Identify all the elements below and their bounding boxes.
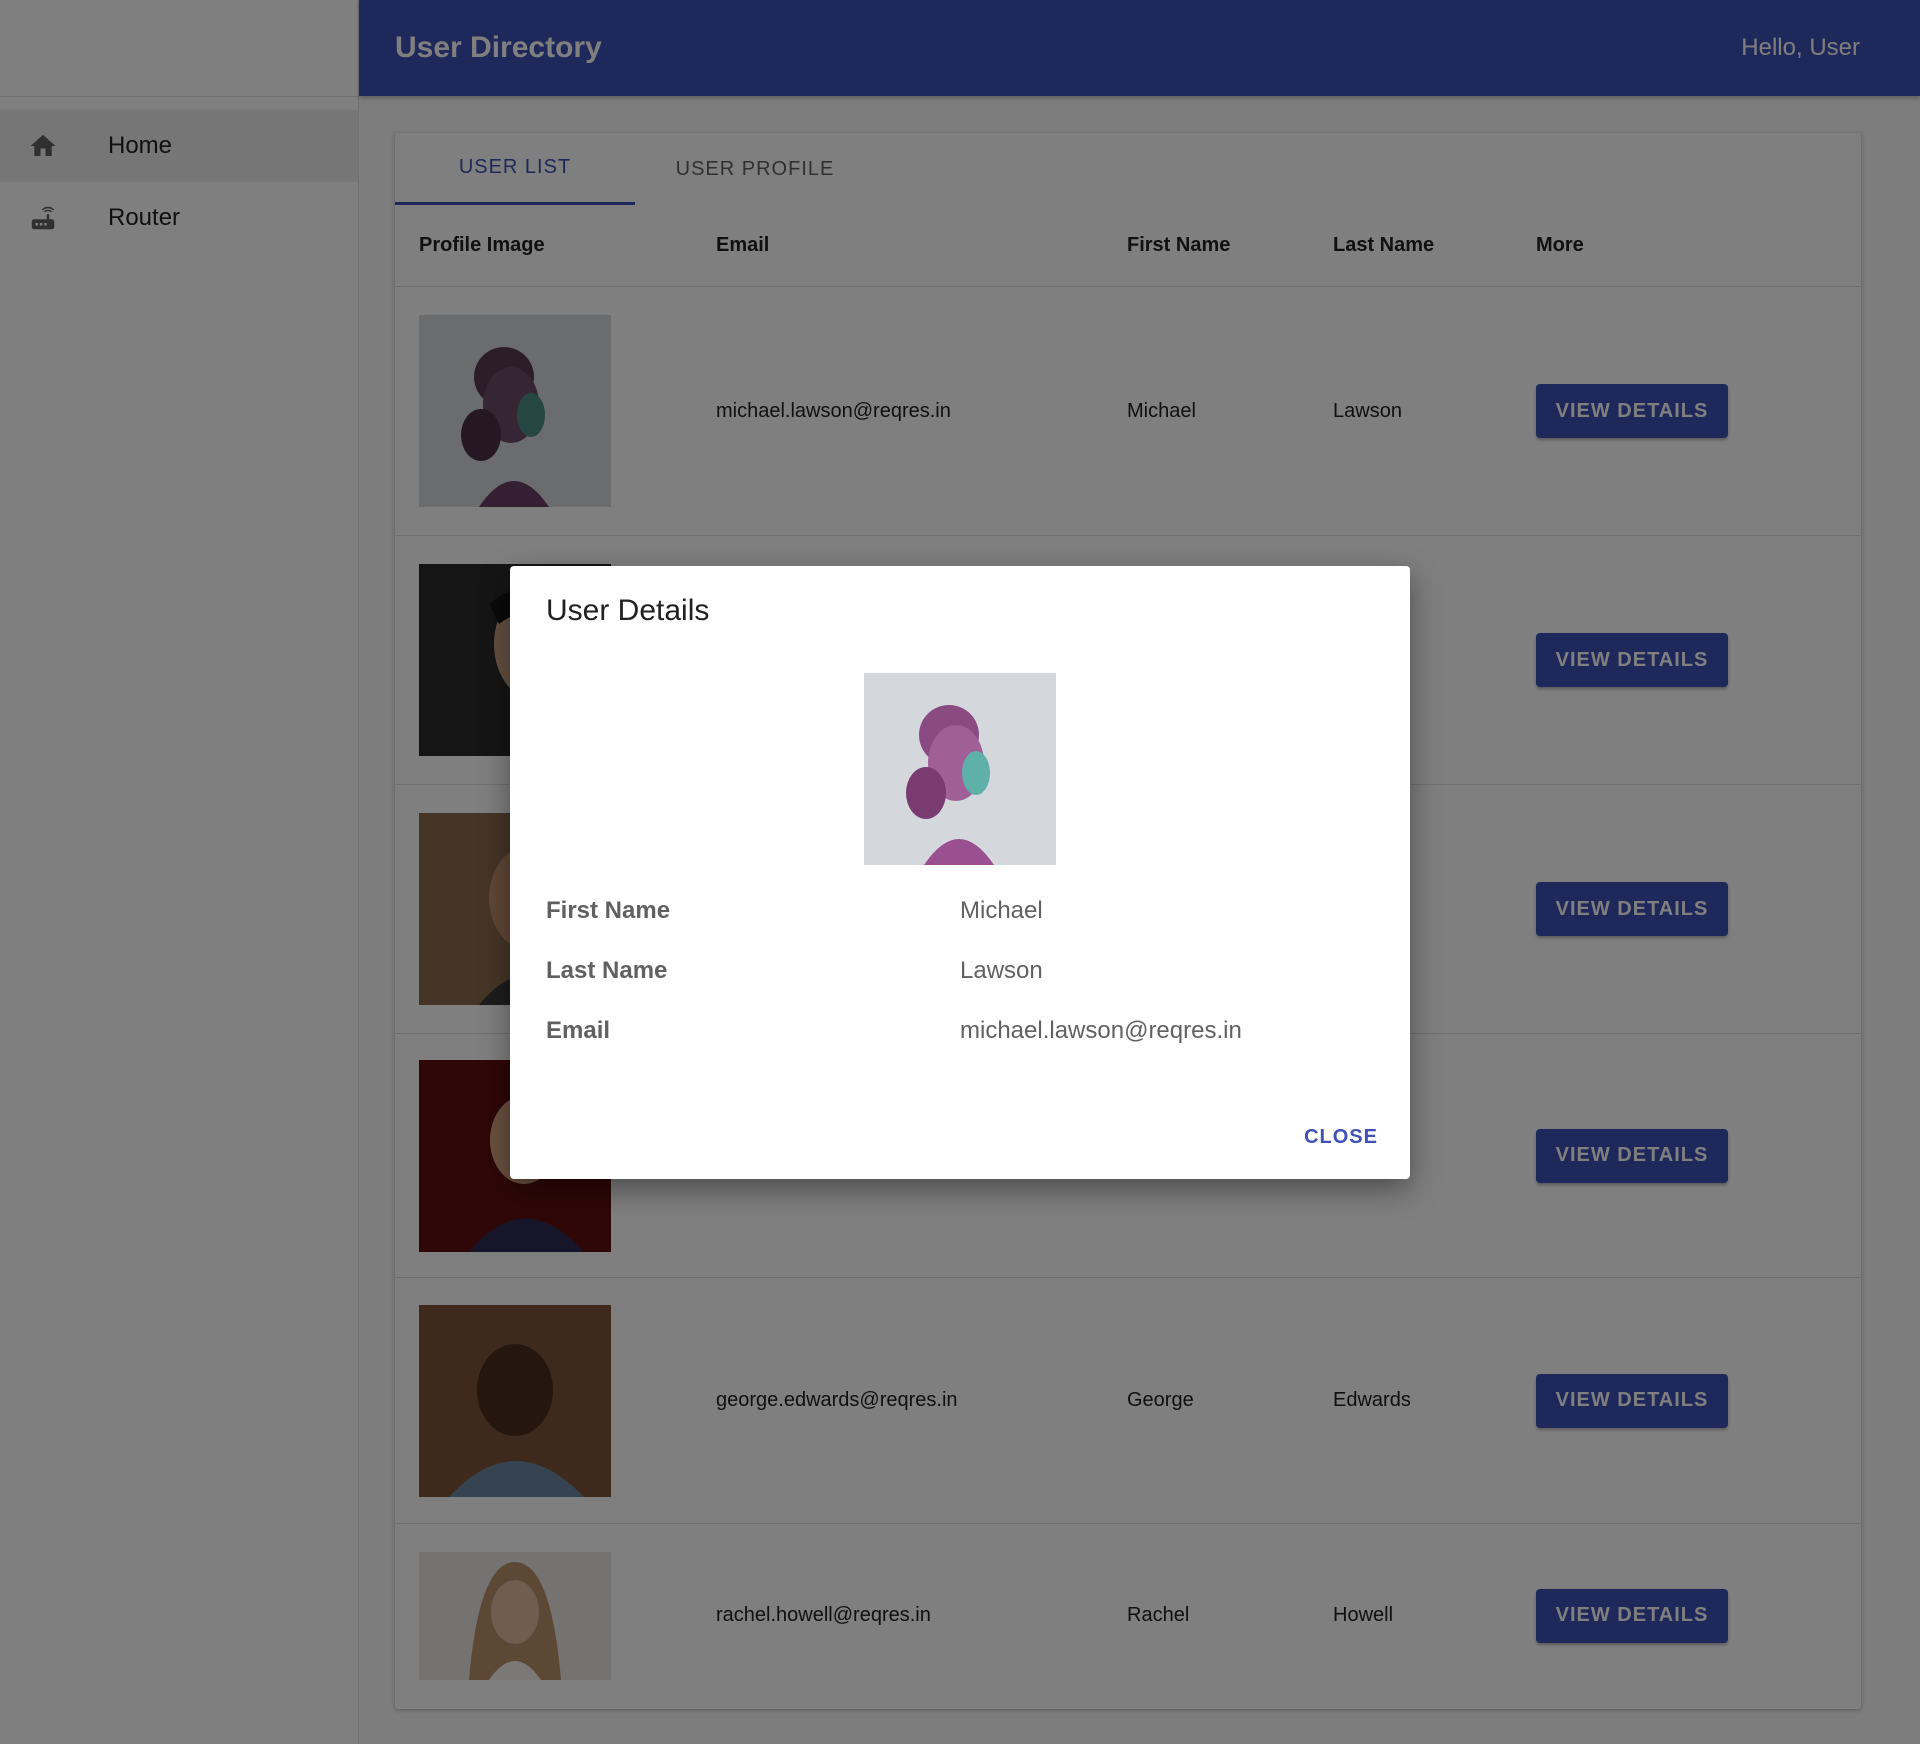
detail-value: michael.lawson@reqres.in: [960, 1017, 1242, 1044]
detail-first-name: First Name Michael: [546, 897, 1386, 925]
close-button[interactable]: CLOSE: [1298, 1120, 1384, 1155]
detail-label: Email: [546, 1017, 611, 1044]
dialog-avatar: [864, 673, 1056, 865]
detail-label: First Name: [546, 897, 671, 924]
detail-value: Michael: [960, 897, 1043, 924]
detail-email: Email michael.lawson@reqres.in: [546, 1017, 1386, 1045]
detail-label: Last Name: [546, 957, 668, 984]
dialog-title: User Details: [546, 594, 710, 627]
user-details-dialog: User Details First Name Michael Last Nam…: [510, 566, 1410, 1179]
detail-value: Lawson: [960, 957, 1043, 984]
detail-last-name: Last Name Lawson: [546, 957, 1386, 985]
